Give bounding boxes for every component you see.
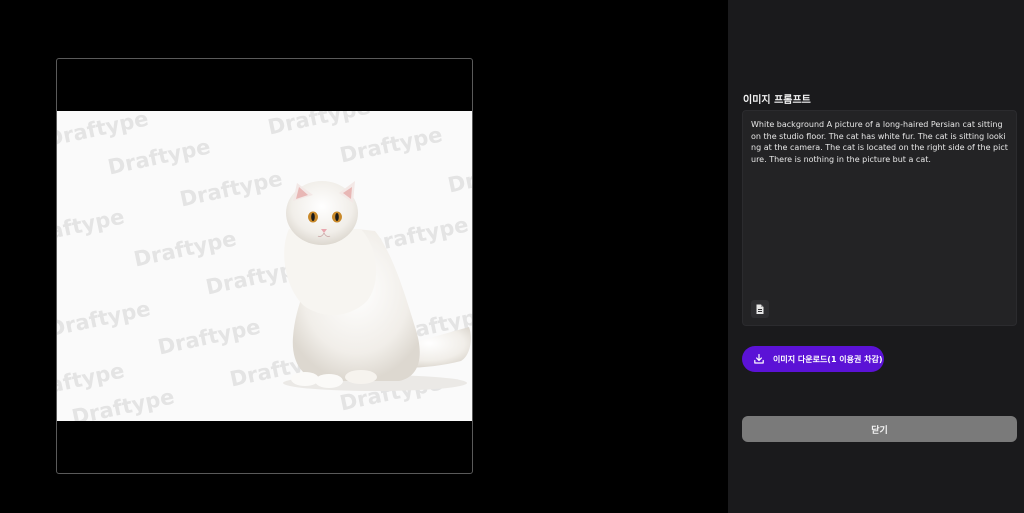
image-preview-area: Draftype Draftype Draftype Draftype Draf… — [0, 0, 728, 513]
close-button[interactable]: 닫기 — [742, 416, 1017, 442]
prompt-textbox: White background A picture of a long-hai… — [742, 110, 1017, 326]
download-image-button[interactable]: 이미지 다운로드(1 이용권 차감) — [742, 346, 884, 372]
close-button-label: 닫기 — [871, 425, 888, 436]
prompt-panel: 이미지 프롬프트 White background A picture of a… — [728, 0, 1024, 513]
image-frame: Draftype Draftype Draftype Draftype Draf… — [56, 58, 473, 474]
prompt-text: White background A picture of a long-hai… — [751, 120, 1008, 164]
generated-image: Draftype Draftype Draftype Draftype Draf… — [57, 111, 472, 421]
prompt-heading: 이미지 프롬프트 — [743, 95, 811, 106]
copy-prompt-button[interactable] — [751, 300, 769, 318]
cat-illustration — [283, 181, 471, 391]
document-copy-icon — [756, 304, 764, 314]
download-icon — [754, 354, 764, 364]
download-button-label: 이미지 다운로드(1 이용권 차감) — [773, 354, 883, 364]
